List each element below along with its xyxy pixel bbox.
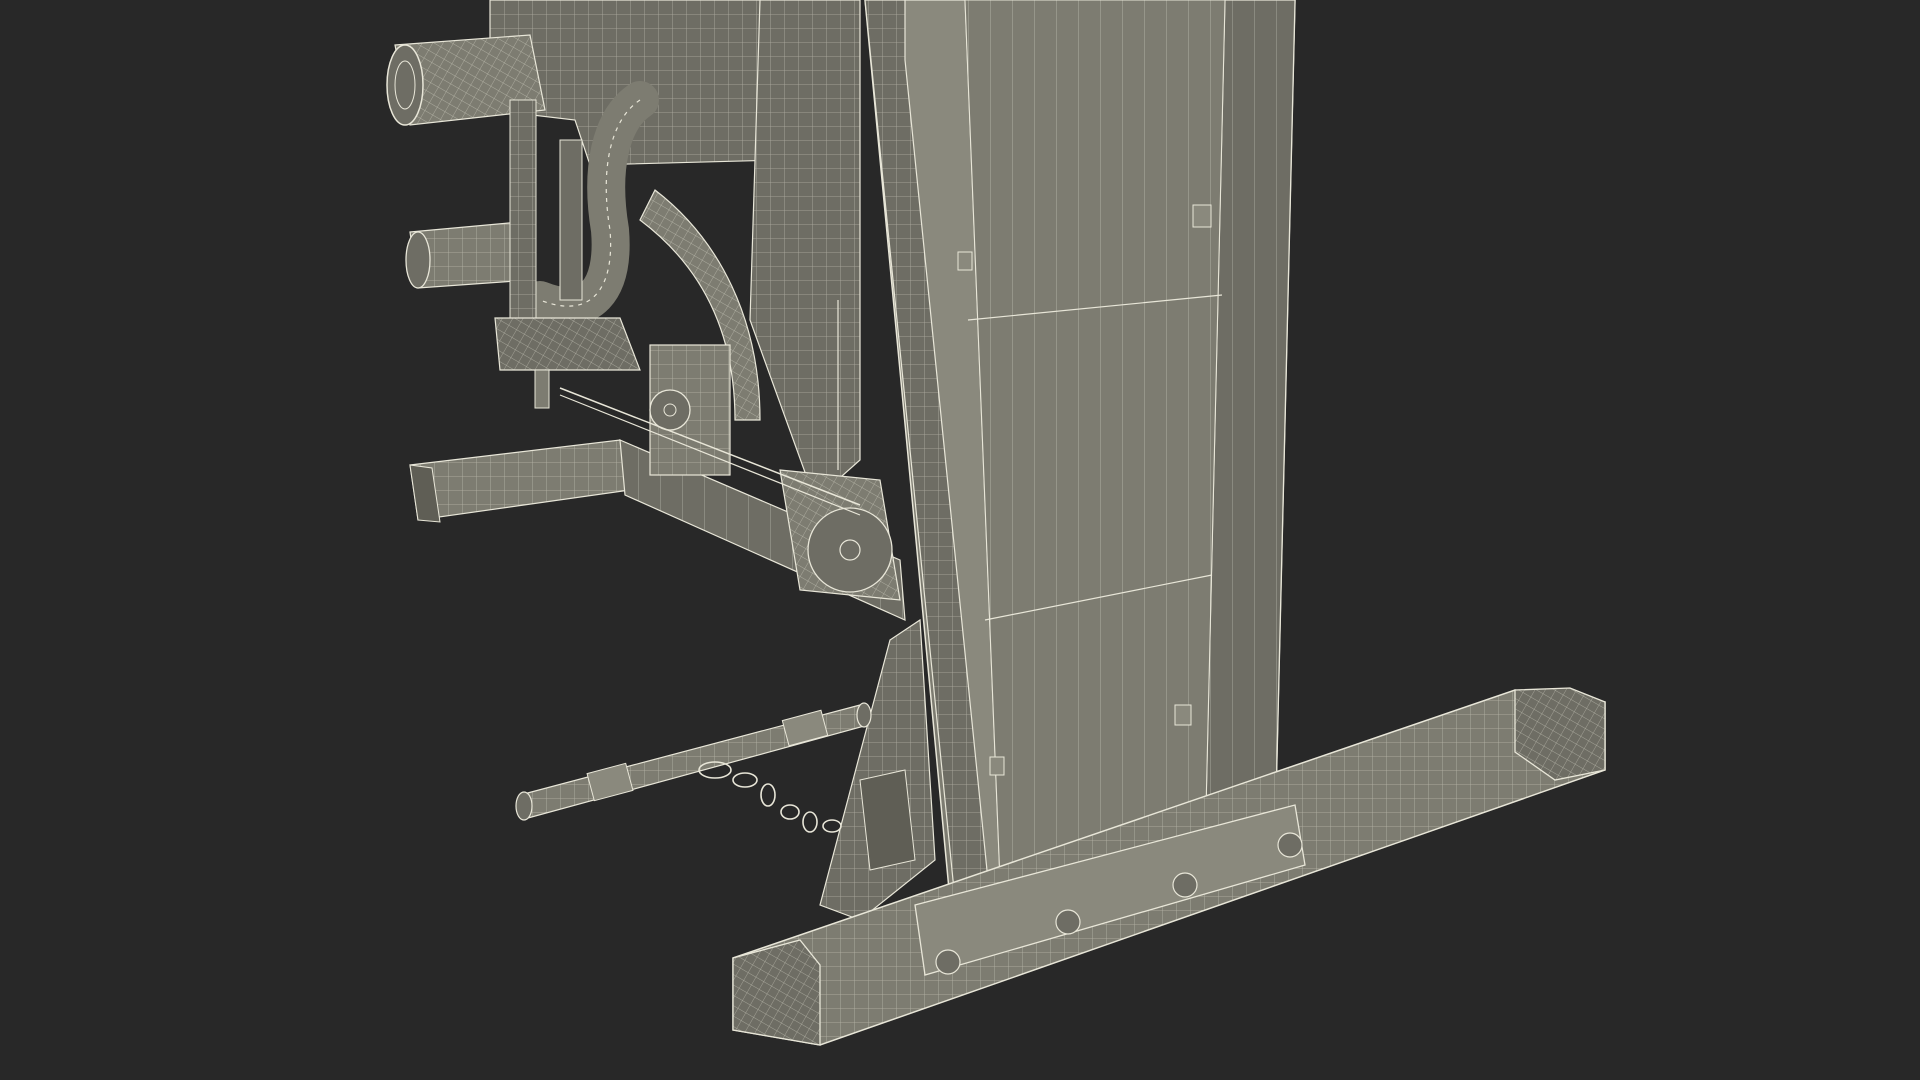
render-viewport bbox=[0, 0, 1920, 1080]
wireframe-render bbox=[386, 0, 1606, 1046]
handle-chain bbox=[698, 761, 842, 833]
lower-strut bbox=[819, 618, 936, 921]
cable-handle-bar bbox=[515, 702, 872, 833]
